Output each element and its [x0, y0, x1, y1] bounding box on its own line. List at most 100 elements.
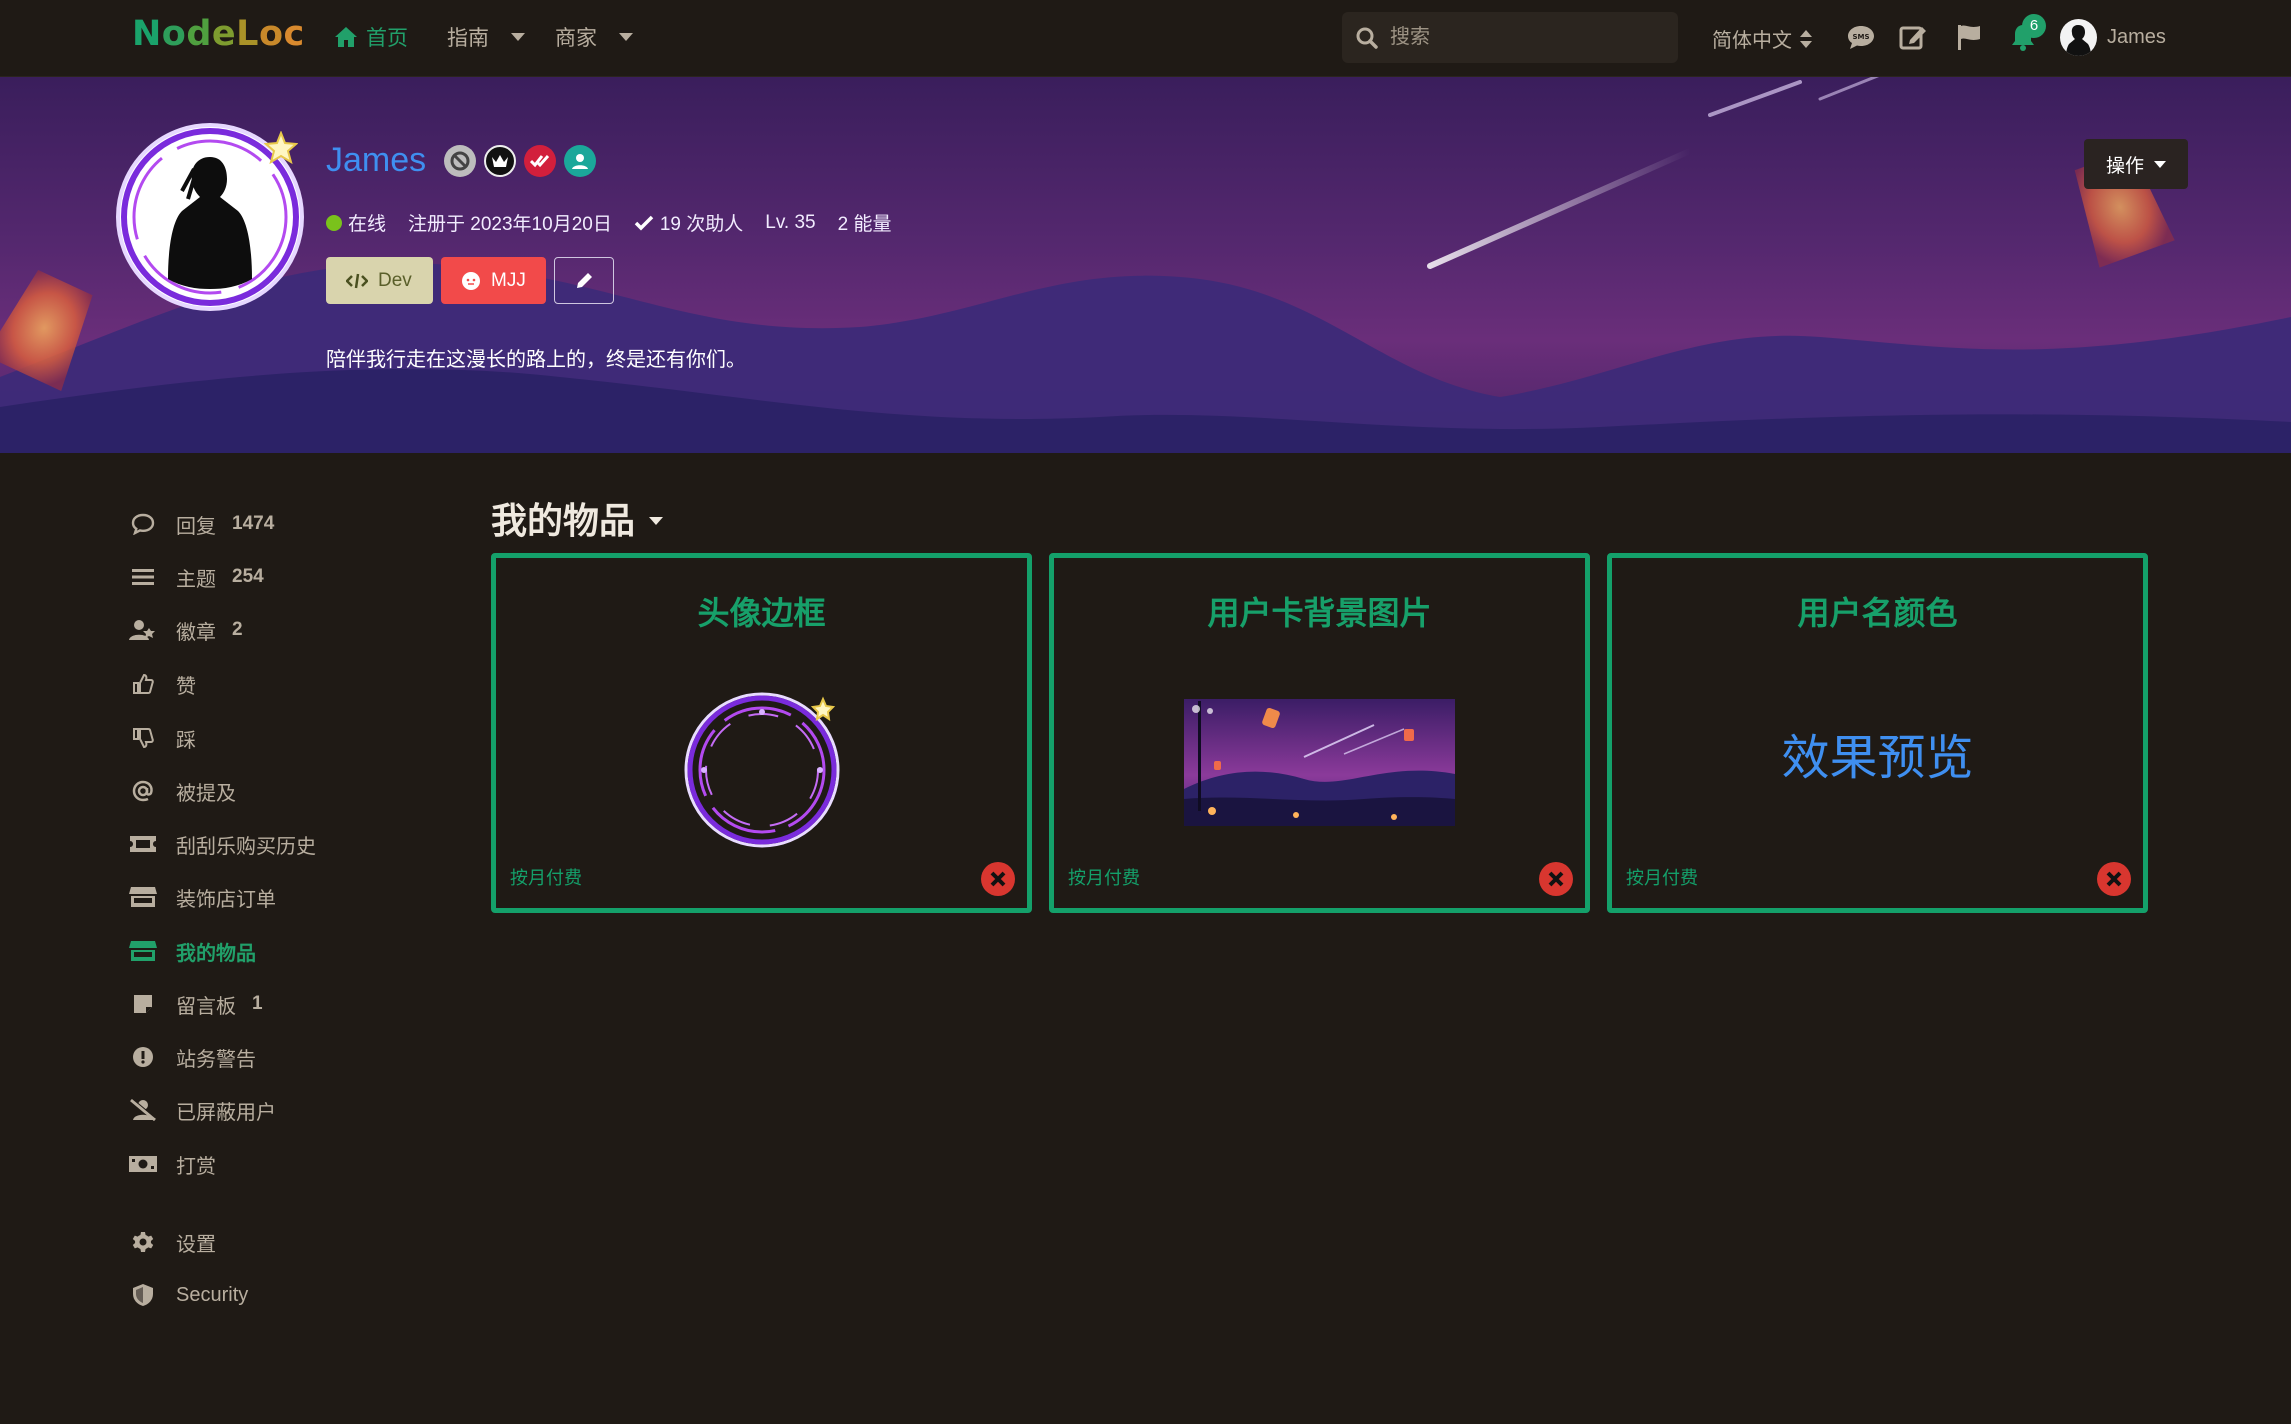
store-icon [128, 937, 158, 965]
sidebar-item-badges[interactable]: 徽章 2 [128, 610, 243, 650]
user-energy: 2 能量 [837, 214, 892, 235]
sort-icon [1800, 29, 1812, 48]
sidebar-item-blocked-users[interactable]: 已屏蔽用户 [128, 1090, 276, 1130]
crown-icon[interactable] [484, 145, 516, 177]
registered-date: 注册于 2023年10月20日 [408, 214, 612, 235]
user-level: Lv. 35 [765, 211, 816, 233]
online-dot-icon [326, 214, 342, 231]
top-header: NodeLoc 首页 指南 商家 简体中文 SMS 6 James [0, 0, 2291, 77]
card-billing: 按月付费 [1068, 868, 1140, 888]
chevron-down-icon [2154, 160, 2166, 168]
nav-home[interactable]: 首页 [334, 22, 408, 52]
chat-icon[interactable]: SMS [1846, 22, 1876, 52]
svg-text:SMS: SMS [1852, 33, 1869, 41]
nav-merchant-label: 商家 [555, 27, 597, 50]
nav-home-label: 首页 [366, 27, 408, 50]
online-status: 在线 [326, 209, 386, 236]
section-title-dropdown[interactable]: 我的物品 [491, 492, 664, 544]
helped-count: 19 次助人 [634, 209, 743, 236]
face-icon [462, 271, 480, 290]
role-row: Dev MJJ [326, 257, 614, 304]
site-logo[interactable]: NodeLoc [132, 14, 305, 54]
sidebar-item-tips[interactable]: 打赏 [128, 1144, 216, 1184]
list-icon [128, 563, 158, 591]
home-icon [335, 27, 357, 47]
thumbs-up-icon [128, 670, 158, 698]
sidebar-item-likes[interactable]: 赞 [128, 664, 196, 704]
card-title: 用户卡背景图片 [1207, 595, 1432, 631]
actions-dropdown[interactable]: 操作 [2084, 139, 2188, 189]
sidebar-item-scratch-history[interactable]: 刮刮乐购买历史 [128, 824, 316, 864]
search-icon [1356, 27, 1378, 49]
user-slash-icon [128, 1096, 158, 1124]
compose-icon[interactable] [1898, 22, 1928, 52]
chevron-down-icon [511, 33, 525, 41]
card-billing: 按月付费 [510, 868, 582, 888]
user-check-icon[interactable] [564, 145, 596, 177]
sidebar-item-security[interactable]: Security [128, 1275, 248, 1315]
edit-roles-button[interactable] [554, 257, 614, 304]
double-check-icon[interactable] [524, 145, 556, 177]
delete-item-button[interactable] [981, 862, 1015, 896]
code-icon [346, 273, 368, 288]
search-input[interactable] [1390, 26, 1660, 49]
gear-icon [128, 1228, 158, 1256]
search-box[interactable] [1342, 12, 1678, 63]
card-title: 头像边框 [697, 595, 826, 631]
delete-item-button[interactable] [1539, 862, 1573, 896]
language-select[interactable]: 简体中文 [1712, 24, 1812, 53]
role-mjj-button[interactable]: MJJ [441, 257, 546, 304]
name-color-preview: 效果预览 [1781, 732, 1974, 785]
warning-icon [128, 1043, 158, 1071]
note-icon [128, 990, 158, 1018]
at-icon [128, 777, 158, 805]
close-icon [990, 871, 1006, 887]
item-card-background: 用户卡背景图片 按月付费 [1049, 553, 1590, 913]
profile-hero: James 在线 注册于 2023年10月20日 19 次助人 Lv. 35 2… [0, 77, 2291, 453]
user-menu-name: James [2107, 26, 2166, 48]
close-icon [1548, 871, 1564, 887]
nav-guide-label: 指南 [447, 27, 489, 50]
thumbs-down-icon [128, 724, 158, 752]
chevron-down-icon [649, 517, 664, 525]
sidebar-item-settings[interactable]: 设置 [128, 1222, 216, 1262]
background-preview-image [1184, 699, 1455, 826]
ban-icon[interactable] [444, 145, 476, 177]
sidebar-item-replies[interactable]: 回复 1474 [128, 504, 274, 544]
check-icon [634, 215, 654, 230]
close-icon [2106, 871, 2122, 887]
sidebar-item-shop-orders[interactable]: 装饰店订单 [128, 877, 276, 917]
chevron-down-icon [619, 33, 633, 41]
notification-badge: 6 [2022, 14, 2046, 38]
item-card-avatar-frame: 头像边框 按月付费 [491, 553, 1032, 913]
sidebar-item-dislikes[interactable]: 踩 [128, 718, 196, 758]
profile-stats: 在线 注册于 2023年10月20日 19 次助人 Lv. 35 2 能量 [326, 209, 891, 236]
language-label: 简体中文 [1712, 30, 1792, 52]
flag-icon[interactable] [1954, 22, 1984, 52]
page-title: 我的物品 [491, 500, 636, 541]
comment-icon [128, 510, 158, 538]
user-menu[interactable]: James [2060, 19, 2166, 56]
store-icon [128, 883, 158, 911]
ticket-icon [128, 830, 158, 858]
pencil-icon [577, 272, 592, 288]
card-billing: 按月付费 [1626, 868, 1698, 888]
sidebar-item-warnings[interactable]: 站务警告 [128, 1037, 256, 1077]
user-badges [444, 145, 596, 177]
profile-avatar[interactable] [112, 119, 308, 315]
delete-item-button[interactable] [2097, 862, 2131, 896]
sidebar-item-topics[interactable]: 主题 254 [128, 557, 264, 597]
sidebar-item-guestbook[interactable]: 留言板 1 [128, 984, 263, 1024]
sidebar-item-mentions[interactable]: 被提及 [128, 771, 236, 811]
item-card-name-color: 用户名颜色 效果预览 按月付费 [1607, 553, 2148, 913]
profile-bio: 陪伴我行走在这漫长的路上的，终是还有你们。 [326, 349, 746, 371]
user-badge-icon [128, 616, 158, 644]
sidebar-item-my-items[interactable]: 我的物品 [128, 931, 256, 971]
role-dev-button[interactable]: Dev [326, 257, 433, 304]
nav-merchant[interactable]: 商家 [555, 22, 633, 52]
star-icon [264, 131, 298, 165]
card-title: 用户名颜色 [1797, 595, 1958, 631]
nav-guide[interactable]: 指南 [447, 22, 525, 52]
avatar [2060, 19, 2097, 56]
avatar-frame-preview [684, 692, 840, 848]
